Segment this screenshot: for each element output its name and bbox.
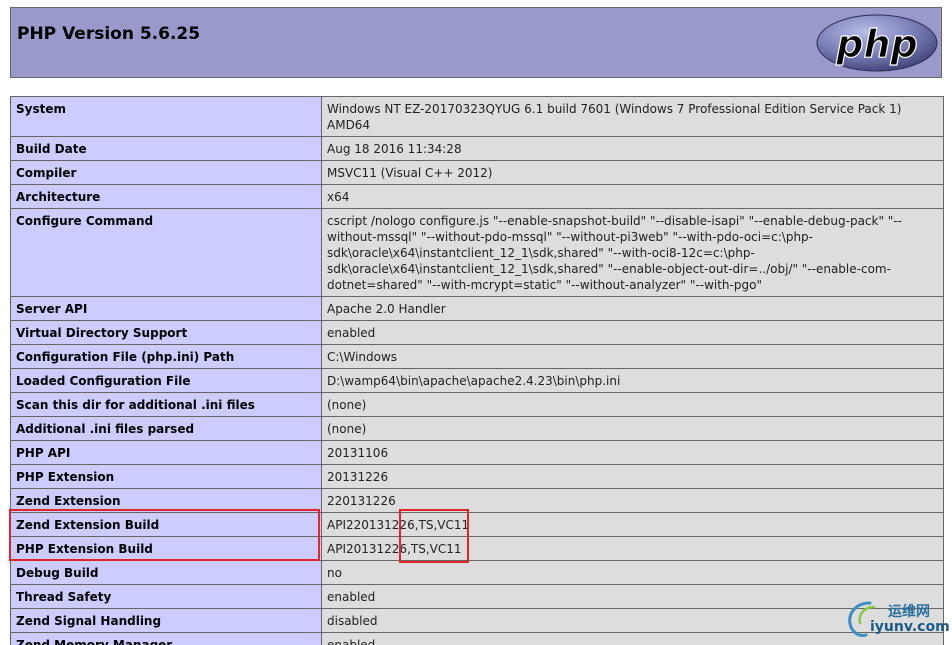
row-label: PHP Extension <box>10 464 322 489</box>
row-value: D:\wamp64\bin\apache\apache2.4.23\bin\ph… <box>321 368 944 393</box>
table-row: System Windows NT EZ-20170323QYUG 6.1 bui… <box>10 96 944 137</box>
row-value: 20131226 <box>321 464 944 489</box>
row-label: Scan this dir for additional .ini files <box>10 392 322 417</box>
row-value: 20131106 <box>321 440 944 465</box>
watermark-cn-text: 运维网 <box>888 604 930 620</box>
php-logo: php <box>816 14 938 72</box>
row-value: cscript /nologo configure.js "--enable-s… <box>321 208 944 297</box>
table-row: Configuration File (php.ini) Path C:\Wind… <box>10 344 944 369</box>
row-label: Compiler <box>10 160 322 185</box>
row-label: Zend Memory Manager <box>10 632 322 645</box>
php-version-header: PHP Version 5.6.25 php <box>10 7 942 78</box>
row-value: MSVC11 (Visual C++ 2012) <box>321 160 944 185</box>
row-label: System <box>10 96 322 137</box>
row-value: enabled <box>321 320 944 345</box>
row-value: no <box>321 560 944 585</box>
site-watermark: 运维网 iyunv.com <box>846 597 950 641</box>
phpinfo-page: { "header": { "title": "PHP Version 5.6.… <box>0 0 952 645</box>
table-row: Build Date Aug 18 2016 11:34:28 <box>10 136 944 161</box>
row-value: 220131226 <box>321 488 944 513</box>
row-label: Zend Signal Handling <box>10 608 322 633</box>
table-row: PHP Extension Build API20131226,TS,VC11 <box>10 536 944 561</box>
row-label: Build Date <box>10 136 322 161</box>
row-value: (none) <box>321 392 944 417</box>
row-value: C:\Windows <box>321 344 944 369</box>
table-row: Compiler MSVC11 (Visual C++ 2012) <box>10 160 944 185</box>
table-row: PHP Extension 20131226 <box>10 464 944 489</box>
row-label: Loaded Configuration File <box>10 368 322 393</box>
table-row: Zend Extension Build API220131226,TS,VC11 <box>10 512 944 537</box>
row-label: PHP API <box>10 440 322 465</box>
watermark-url-text: iyunv.com <box>870 619 950 635</box>
table-row: Thread Safety enabled <box>10 584 944 609</box>
row-label: Architecture <box>10 184 322 209</box>
row-label: Additional .ini files parsed <box>10 416 322 441</box>
row-label: Configuration File (php.ini) Path <box>10 344 322 369</box>
row-value: API220131226,TS,VC11 <box>321 512 944 537</box>
row-value: Windows NT EZ-20170323QYUG 6.1 build 760… <box>321 96 944 137</box>
row-label: Debug Build <box>10 560 322 585</box>
row-value: Apache 2.0 Handler <box>321 296 944 321</box>
row-value: Aug 18 2016 11:34:28 <box>321 136 944 161</box>
table-row: Zend Extension 220131226 <box>10 488 944 513</box>
row-label: Thread Safety <box>10 584 322 609</box>
table-row: Debug Build no <box>10 560 944 585</box>
row-value: x64 <box>321 184 944 209</box>
table-row: Loaded Configuration File D:\wamp64\bin\a… <box>10 368 944 393</box>
row-value: API20131226,TS,VC11 <box>321 536 944 561</box>
row-label: Zend Extension Build <box>10 512 322 537</box>
table-row: Architecture x64 <box>10 184 944 209</box>
table-row: PHP API 20131106 <box>10 440 944 465</box>
row-value: (none) <box>321 416 944 441</box>
row-label: PHP Extension Build <box>10 536 322 561</box>
phpinfo-table: System Windows NT EZ-20170323QYUG 6.1 bui… <box>10 96 944 645</box>
row-label: Virtual Directory Support <box>10 320 322 345</box>
table-row: Zend Memory Manager enabled <box>10 632 944 645</box>
table-row: Scan this dir for additional .ini files(… <box>10 392 944 417</box>
row-label: Server API <box>10 296 322 321</box>
php-logo-text: php <box>835 22 917 66</box>
table-row: Server API Apache 2.0 Handler <box>10 296 944 321</box>
row-label: Zend Extension <box>10 488 322 513</box>
table-row: Zend Signal Handling disabled <box>10 608 944 633</box>
table-row: Additional .ini files parsed (none) <box>10 416 944 441</box>
table-row: Configure Command cscript /nologo configu… <box>10 208 944 297</box>
row-label: Configure Command <box>10 208 322 297</box>
page-title: PHP Version 5.6.25 <box>17 24 201 44</box>
table-row: Virtual Directory Support enabled <box>10 320 944 345</box>
